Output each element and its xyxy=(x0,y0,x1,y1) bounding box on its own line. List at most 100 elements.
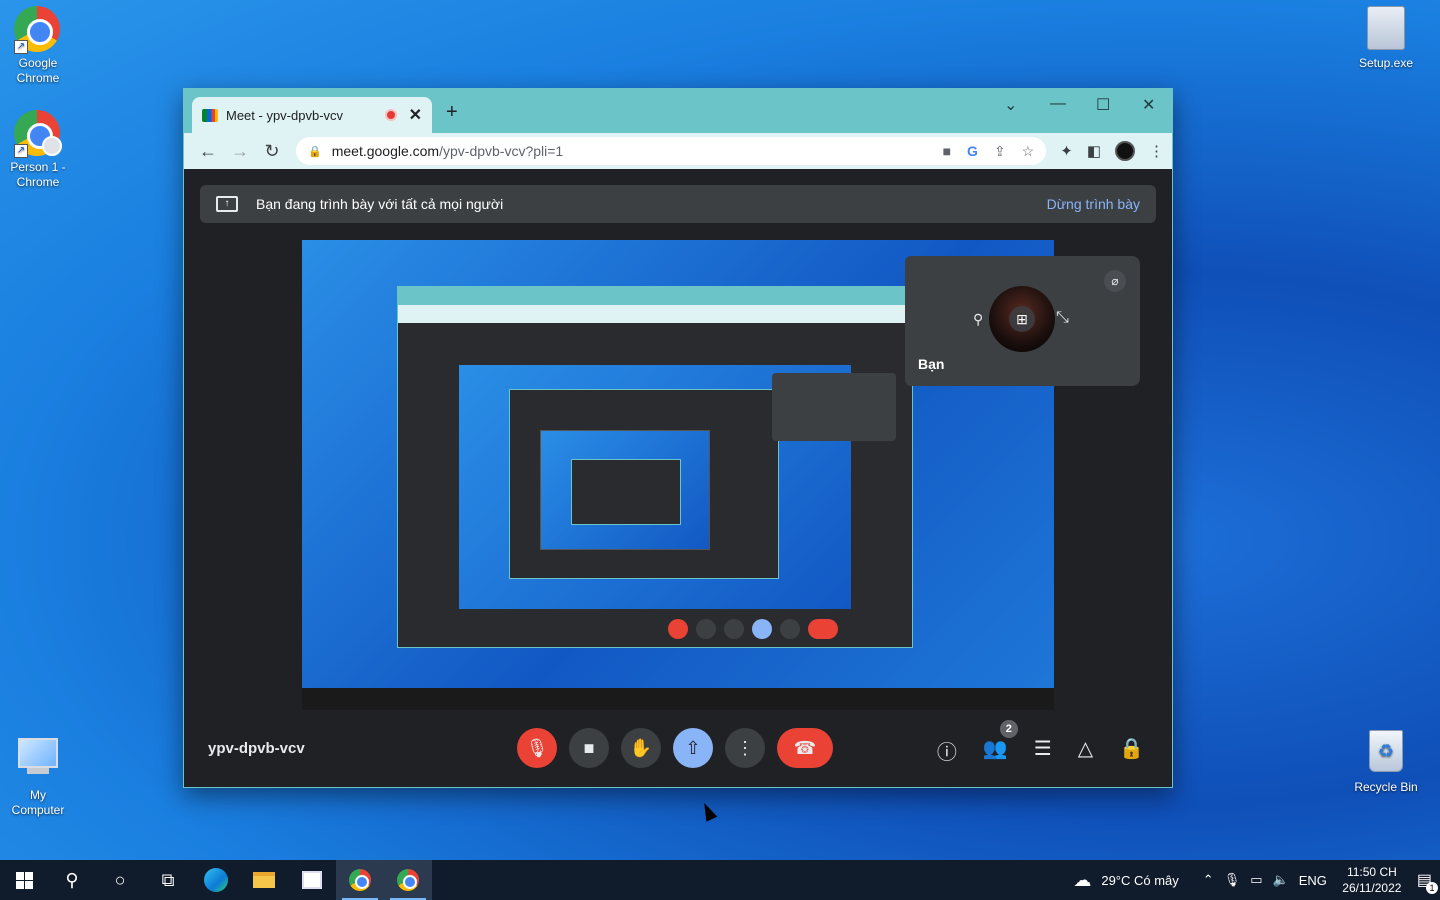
recycle-bin-icon: ♻ xyxy=(1362,730,1410,778)
chevron-up-icon[interactable]: ⌃ xyxy=(1203,872,1214,888)
more-options-button[interactable]: ⋮ xyxy=(725,728,765,768)
notification-icon[interactable]: ▤ 1 xyxy=(1417,870,1438,894)
desktop-icon-label: Recycle Bin xyxy=(1354,780,1418,794)
chrome-icon: ↗ xyxy=(14,6,62,54)
windows-logo-icon xyxy=(15,871,33,889)
back-icon[interactable]: ← xyxy=(192,141,224,162)
hang-up-icon: ☎ xyxy=(793,737,817,758)
start-button[interactable] xyxy=(0,860,48,900)
system-tray: ☁ 29°C Có mây ⌃ 🎙 ▭ 🔈 ENG 11:50 CH 26/11… xyxy=(1073,864,1440,896)
desktop-icon-setup-exe[interactable]: Setup.exe xyxy=(1348,6,1424,71)
desktop-icon-person1-chrome[interactable]: ↗ Person 1 - Chrome xyxy=(0,110,76,190)
monitor-icon xyxy=(14,738,62,786)
weather-text[interactable]: 29°C Có mây xyxy=(1101,873,1178,888)
notification-count: 1 xyxy=(1426,882,1438,894)
close-tab-icon[interactable]: ✕ xyxy=(409,105,422,125)
task-view-icon[interactable]: ⧉ xyxy=(144,860,192,900)
clock-date: 26/11/2022 xyxy=(1342,881,1402,895)
stop-presenting-button[interactable]: Dừng trình bày xyxy=(1047,196,1140,212)
extensions-icon[interactable]: ✦ xyxy=(1060,142,1073,160)
installer-icon xyxy=(1362,6,1410,54)
participants-count-badge: 2 xyxy=(999,720,1018,738)
desktop-icon-recycle-bin[interactable]: ♻ Recycle Bin xyxy=(1348,730,1424,795)
store-icon[interactable] xyxy=(288,860,336,900)
chat-icon[interactable]: ☰ xyxy=(1034,736,1052,765)
side-panel-icon[interactable]: ◧ xyxy=(1087,142,1101,160)
volume-icon[interactable]: 🔈 xyxy=(1273,872,1289,888)
presenting-text: Bạn đang trình bày với tất cả mọi người xyxy=(256,196,504,212)
reload-icon[interactable]: ↻ xyxy=(256,141,288,162)
clock-time: 11:50 CH xyxy=(1346,865,1397,879)
maximize-icon[interactable]: ☐ xyxy=(1096,95,1110,115)
desktop-icon-label: My Computer xyxy=(11,788,65,817)
recording-indicator-icon xyxy=(384,109,397,121)
browser-toolbar: ← → ↻ 🔒 meet.google.com/ypv-dpvb-vcv?pli… xyxy=(184,133,1172,169)
address-bar[interactable]: 🔒 meet.google.com/ypv-dpvb-vcv?pli=1 ■ G… xyxy=(296,137,1047,165)
microphone-icon[interactable]: 🎙 xyxy=(1224,872,1241,888)
meet-control-bar: ypv-dpvb-vcv 🎙 ■ ✋ ⇧ ⋮ ☎ ⓘ 👥 2 ☰ △ 🔒 xyxy=(184,710,1172,787)
google-icon[interactable]: G xyxy=(967,143,978,160)
leave-call-button[interactable]: ☎ xyxy=(777,728,833,768)
url-host: meet.google.com xyxy=(331,143,440,159)
meeting-info-icon[interactable]: ⓘ xyxy=(937,736,957,765)
tab-meet[interactable]: Meet - ypv-dpvb-vcv ✕ xyxy=(192,97,432,133)
close-window-icon[interactable]: ✕ xyxy=(1142,95,1155,115)
bookmark-star-icon[interactable]: ☆ xyxy=(1022,143,1035,160)
camera-button[interactable]: ■ xyxy=(569,728,609,768)
desktop-icon-label: Setup.exe xyxy=(1358,56,1414,70)
camera-icon[interactable]: ■ xyxy=(943,143,951,160)
participants-button[interactable]: 👥 2 xyxy=(982,720,1018,765)
file-explorer-icon[interactable] xyxy=(240,860,288,900)
profile-avatar[interactable] xyxy=(1115,141,1135,161)
present-screen-icon: ↑ xyxy=(216,196,238,212)
new-tab-button[interactable]: + xyxy=(446,101,458,124)
raise-hand-button[interactable]: ✋ xyxy=(621,728,661,768)
meet-stage: ↑ Bạn đang trình bày với tất cả mọi ngườ… xyxy=(184,169,1172,787)
taskbar-chrome-person-icon[interactable] xyxy=(336,860,384,900)
tab-search-icon[interactable]: ⌄ xyxy=(1004,95,1017,115)
language-indicator[interactable]: ENG xyxy=(1299,873,1327,888)
more-vert-icon: ⋮ xyxy=(736,737,754,758)
people-icon: 👥 xyxy=(982,738,1008,760)
tab-title: Meet - ypv-dpvb-vcv xyxy=(226,107,344,123)
clock[interactable]: 11:50 CH 26/11/2022 xyxy=(1337,864,1407,896)
url-path: /ypv-dpvb-vcv?pli=1 xyxy=(439,143,564,159)
host-controls-icon[interactable]: 🔒 xyxy=(1119,736,1144,765)
weather-icon: ☁ xyxy=(1073,869,1092,890)
desktop-icon-google-chrome[interactable]: ↗ Google Chrome xyxy=(0,6,76,86)
hand-icon: ✋ xyxy=(629,737,653,758)
self-video-tile[interactable]: ⌀ ⚲ ⊞ ⤡ Bạn xyxy=(906,256,1140,386)
mic-off-icon: ⌀ xyxy=(1104,270,1126,292)
cortana-icon[interactable]: ○ xyxy=(96,860,144,900)
activities-icon[interactable]: △ xyxy=(1078,736,1093,765)
minimize-tile-icon[interactable]: ⤡ xyxy=(1056,309,1069,327)
lock-icon: 🔒 xyxy=(308,145,322,158)
taskbar-chrome-icon[interactable] xyxy=(384,860,432,900)
search-icon[interactable]: ⚲ xyxy=(48,860,96,900)
recursive-window xyxy=(397,286,913,648)
mouse-cursor xyxy=(698,800,718,822)
desktop-icon-label: Google Chrome xyxy=(16,56,60,85)
edge-icon[interactable] xyxy=(192,860,240,900)
minimize-icon[interactable]: — xyxy=(1050,95,1066,113)
more-menu-icon[interactable]: ⋮ xyxy=(1149,142,1164,160)
forward-icon[interactable]: → xyxy=(224,141,256,162)
present-now-button[interactable]: ⇧ xyxy=(673,728,713,768)
present-screen-icon: ⇧ xyxy=(685,737,701,758)
microphone-off-button[interactable]: 🎙 xyxy=(517,728,557,768)
meet-icon xyxy=(202,108,218,122)
self-name-label: Bạn xyxy=(918,356,945,372)
network-icon[interactable]: ▭ xyxy=(1250,872,1262,888)
chrome-profile-icon: ↗ xyxy=(14,110,62,158)
desktop-icon-my-computer[interactable]: My Computer xyxy=(0,732,76,818)
presenting-banner: ↑ Bạn đang trình bày với tất cả mọi ngườ… xyxy=(200,185,1156,223)
windows-taskbar: ⚲ ○ ⧉ ☁ 29°C Có mây ⌃ 🎙 ▭ 🔈 ENG 11:50 CH… xyxy=(0,860,1440,900)
video-camera-icon: ■ xyxy=(583,737,595,758)
mic-off-icon: 🎙 xyxy=(525,737,549,758)
grid-layout-icon[interactable]: ⊞ xyxy=(1009,306,1035,332)
browser-window: Meet - ypv-dpvb-vcv ✕ + ⌄ — ☐ ✕ ← → ↻ 🔒 … xyxy=(183,88,1173,788)
share-icon[interactable]: ⇪ xyxy=(994,143,1006,160)
meeting-code: ypv-dpvb-vcv xyxy=(208,740,305,757)
tab-strip: Meet - ypv-dpvb-vcv ✕ + ⌄ — ☐ ✕ xyxy=(184,89,1172,133)
pin-icon[interactable]: ⚲ xyxy=(973,311,983,328)
